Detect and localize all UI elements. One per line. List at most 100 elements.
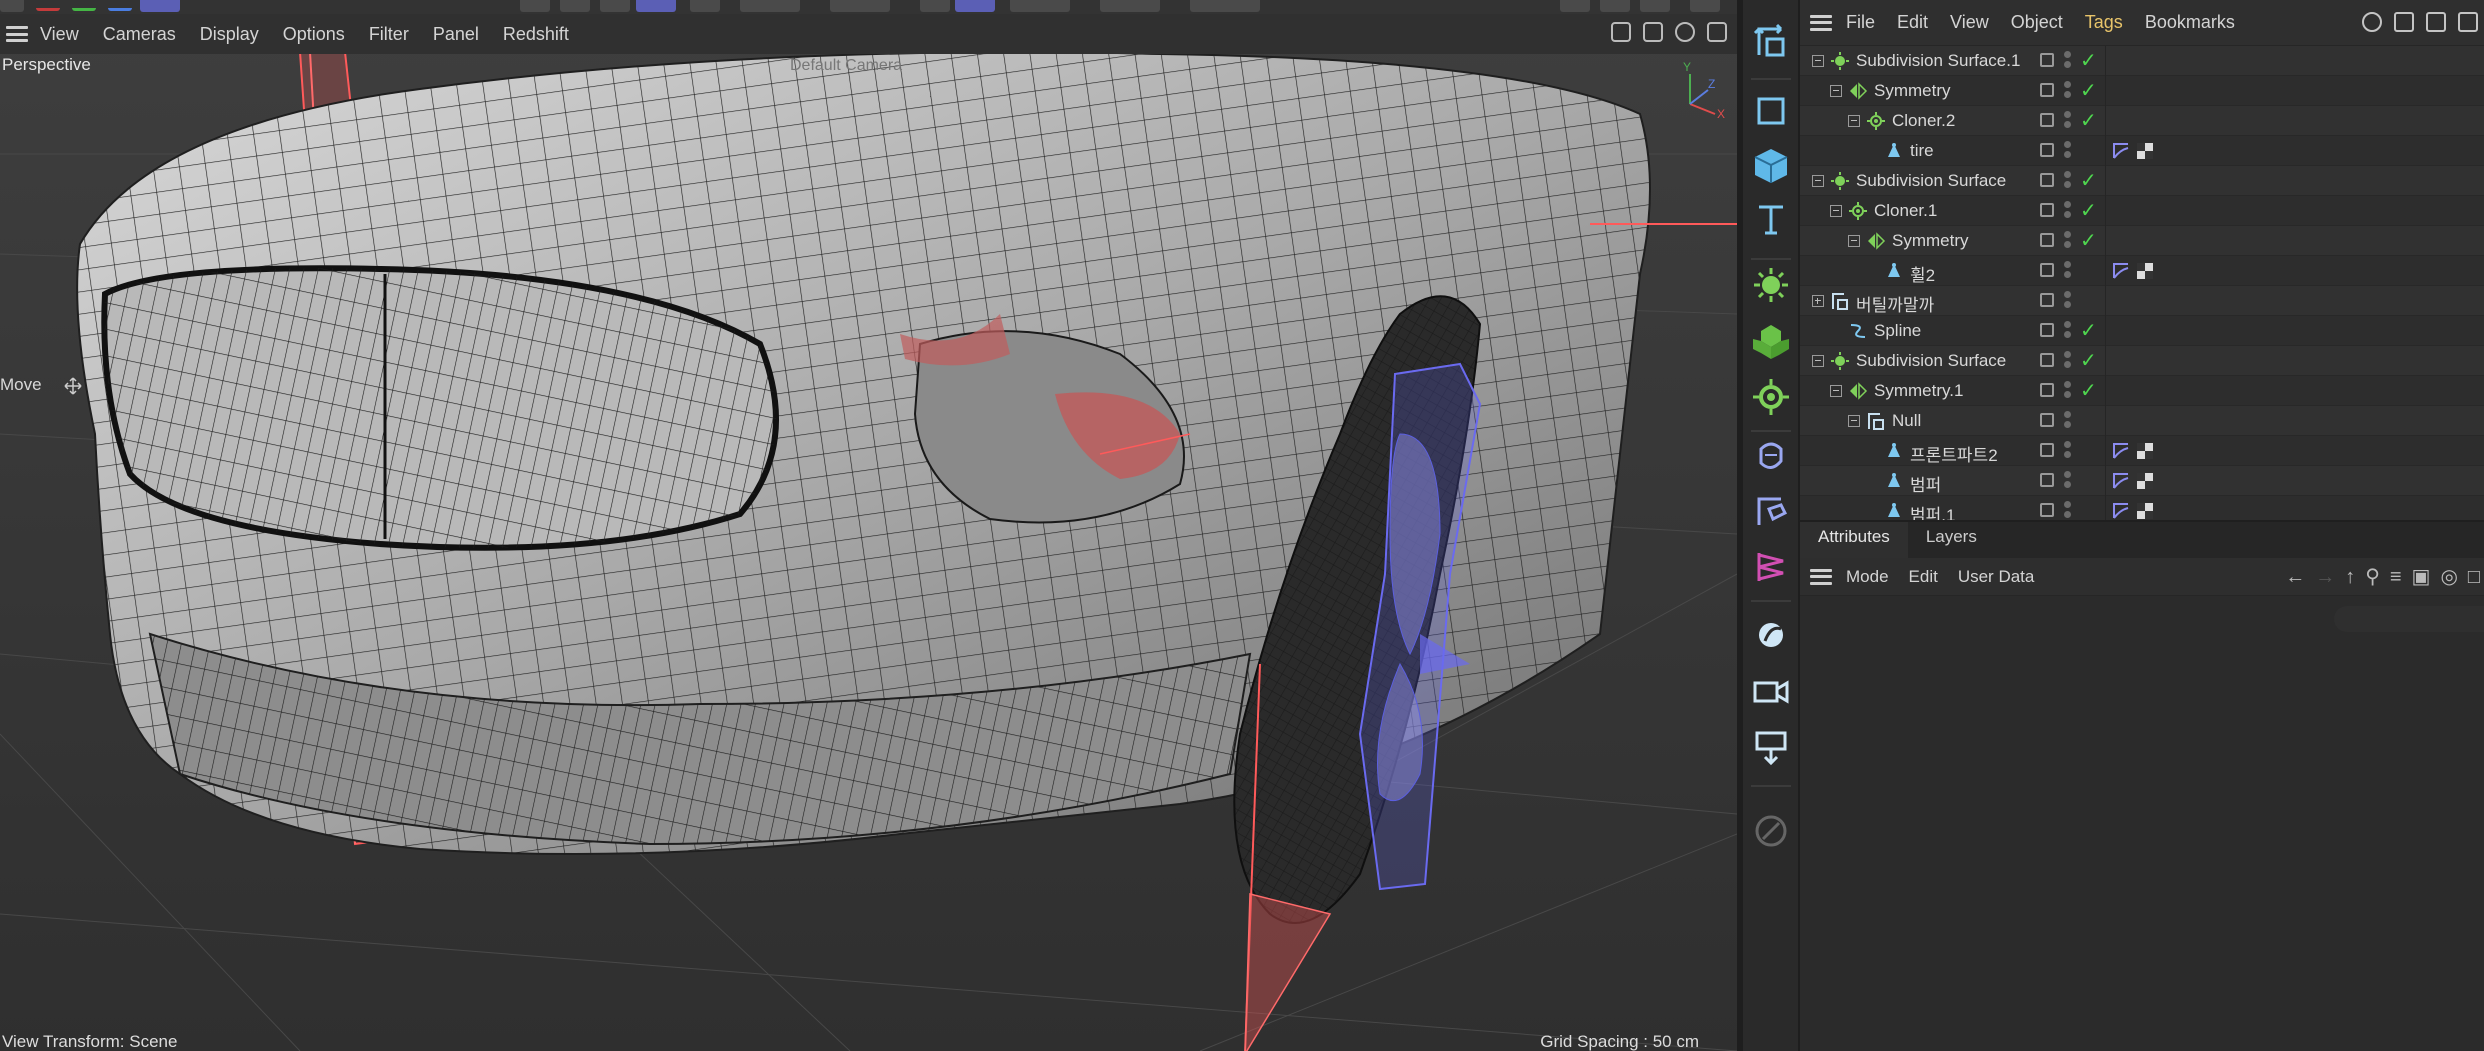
- visibility-dots[interactable]: [2064, 291, 2072, 311]
- object-row[interactable]: Subdivision Surface.1 ✓: [1800, 46, 2484, 76]
- text-icon[interactable]: [1746, 194, 1796, 244]
- layer-checkbox[interactable]: [2040, 473, 2054, 487]
- menu-display[interactable]: Display: [200, 24, 259, 45]
- layer-checkbox[interactable]: [2040, 413, 2054, 427]
- viewport-layout-button[interactable]: [1640, 0, 1670, 12]
- light-button[interactable]: [1010, 0, 1070, 12]
- lock-workplane-icon[interactable]: [1746, 806, 1796, 856]
- layer-checkbox[interactable]: [2040, 53, 2054, 67]
- material-tag-icon[interactable]: [2136, 472, 2154, 490]
- rotate-view-icon[interactable]: [1675, 22, 1695, 42]
- coordinate-system-button[interactable]: [140, 0, 180, 12]
- object-row[interactable]: Symmetry ✓: [1800, 76, 2484, 106]
- material-tag-icon[interactable]: [2136, 442, 2154, 460]
- scene-icon[interactable]: [1746, 486, 1796, 536]
- enabled-check-icon[interactable]: ✓: [2080, 228, 2097, 253]
- undo-button[interactable]: [830, 0, 890, 12]
- lock-icon[interactable]: ▣: [2412, 567, 2431, 587]
- phong-tag-icon[interactable]: [2112, 442, 2130, 460]
- enabled-check-icon[interactable]: ✓: [2080, 198, 2097, 223]
- filter-icon[interactable]: ≡: [2390, 567, 2402, 587]
- phong-tag-icon[interactable]: [2112, 262, 2130, 280]
- enabled-check-icon[interactable]: ✓: [2080, 108, 2097, 133]
- layer-checkbox[interactable]: [2040, 503, 2054, 517]
- object-row[interactable]: Symmetry.1 ✓: [1800, 376, 2484, 406]
- layer-checkbox[interactable]: [2040, 323, 2054, 337]
- layer-checkbox[interactable]: [2040, 353, 2054, 367]
- visibility-dots[interactable]: [2064, 471, 2072, 491]
- menu-cameras[interactable]: Cameras: [103, 24, 176, 45]
- expand-toggle[interactable]: [1848, 115, 1860, 127]
- object-name[interactable]: Cloner.1: [1874, 201, 1937, 221]
- mode-button[interactable]: [955, 0, 995, 12]
- hand-pan-icon[interactable]: [1611, 22, 1631, 42]
- object-name[interactable]: Null: [1892, 411, 1921, 431]
- z-axis-lock-icon[interactable]: [108, 8, 132, 11]
- layer-checkbox[interactable]: [2040, 263, 2054, 277]
- x-axis-lock-icon[interactable]: [36, 8, 60, 11]
- object-name[interactable]: Subdivision Surface: [1856, 351, 2006, 371]
- back-arrow-icon[interactable]: ←: [2285, 567, 2305, 587]
- target-icon[interactable]: ◎: [2440, 567, 2457, 587]
- object-row[interactable]: Cloner.2 ✓: [1800, 106, 2484, 136]
- object-row[interactable]: 범퍼: [1800, 466, 2484, 496]
- visibility-dots[interactable]: [2064, 231, 2072, 251]
- phong-tag-icon[interactable]: [2112, 472, 2130, 490]
- display-mode-button[interactable]: [636, 0, 676, 12]
- move-view-icon[interactable]: [1643, 22, 1663, 42]
- object-row[interactable]: 휠2: [1800, 256, 2484, 286]
- expand-toggle[interactable]: [1848, 235, 1860, 247]
- menu-redshift[interactable]: Redshift: [503, 24, 569, 45]
- object-row[interactable]: 버틸까말까: [1800, 286, 2484, 316]
- enabled-check-icon[interactable]: ✓: [2080, 318, 2097, 343]
- search-icon[interactable]: [2362, 12, 2382, 32]
- object-name[interactable]: Cloner.2: [1892, 111, 1955, 131]
- menu-object[interactable]: Object: [2011, 12, 2063, 33]
- object-name[interactable]: Subdivision Surface.1: [1856, 51, 2020, 71]
- menu-view[interactable]: View: [40, 24, 79, 45]
- object-row[interactable]: Null: [1800, 406, 2484, 436]
- material-tag-icon[interactable]: [2136, 502, 2154, 520]
- expand-toggle[interactable]: [1812, 175, 1824, 187]
- object-name[interactable]: Subdivision Surface: [1856, 171, 2006, 191]
- menu-bookmarks[interactable]: Bookmarks: [2145, 12, 2235, 33]
- viewport-layout-button[interactable]: [1560, 0, 1590, 12]
- visibility-dots[interactable]: [2064, 351, 2072, 371]
- viewport-layout-button[interactable]: [1600, 0, 1630, 12]
- menu-edit[interactable]: Edit: [1909, 567, 1938, 587]
- layer-checkbox[interactable]: [2040, 203, 2054, 217]
- visibility-dots[interactable]: [2064, 51, 2072, 71]
- cube-outline-icon[interactable]: [1746, 86, 1796, 136]
- render-view-button[interactable]: [560, 0, 590, 12]
- object-name[interactable]: Symmetry.1: [1874, 381, 1963, 401]
- object-name[interactable]: 범퍼.1: [1910, 501, 1955, 520]
- visibility-dots[interactable]: [2064, 81, 2072, 101]
- render-button[interactable]: [520, 0, 550, 12]
- viewport-menu-icon[interactable]: [6, 26, 28, 42]
- object-name[interactable]: 버틸까말까: [1856, 291, 1934, 316]
- layer-checkbox[interactable]: [2040, 443, 2054, 457]
- object-row[interactable]: Symmetry ✓: [1800, 226, 2484, 256]
- object-row[interactable]: 범퍼.1: [1800, 496, 2484, 520]
- attributes-search-field[interactable]: [2334, 606, 2484, 632]
- expand-toggle[interactable]: [1812, 55, 1824, 67]
- menu-edit[interactable]: Edit: [1897, 12, 1928, 33]
- object-manager-menu-icon[interactable]: [1810, 14, 1832, 31]
- visibility-dots[interactable]: [2064, 111, 2072, 131]
- layer-checkbox[interactable]: [2040, 383, 2054, 397]
- cube-icon[interactable]: [1746, 140, 1796, 190]
- home-icon[interactable]: [2394, 12, 2414, 32]
- workplane-button[interactable]: [740, 0, 800, 12]
- camera-icon[interactable]: [1746, 666, 1796, 716]
- menu-options[interactable]: Options: [283, 24, 345, 45]
- layer-checkbox[interactable]: [2040, 173, 2054, 187]
- object-name[interactable]: Spline: [1874, 321, 1921, 341]
- menu-mode[interactable]: Mode: [1846, 567, 1889, 587]
- object-name[interactable]: tire: [1910, 141, 1934, 161]
- phong-tag-icon[interactable]: [2112, 502, 2130, 520]
- viewport[interactable]: Y Z X View Cameras Display Options Filte…: [0, 14, 1737, 1051]
- object-row[interactable]: 프론트파트2: [1800, 436, 2484, 466]
- mograph-cloner-icon[interactable]: [1746, 316, 1796, 366]
- null-object-icon[interactable]: [1746, 16, 1796, 66]
- object-row[interactable]: Subdivision Surface ✓: [1800, 166, 2484, 196]
